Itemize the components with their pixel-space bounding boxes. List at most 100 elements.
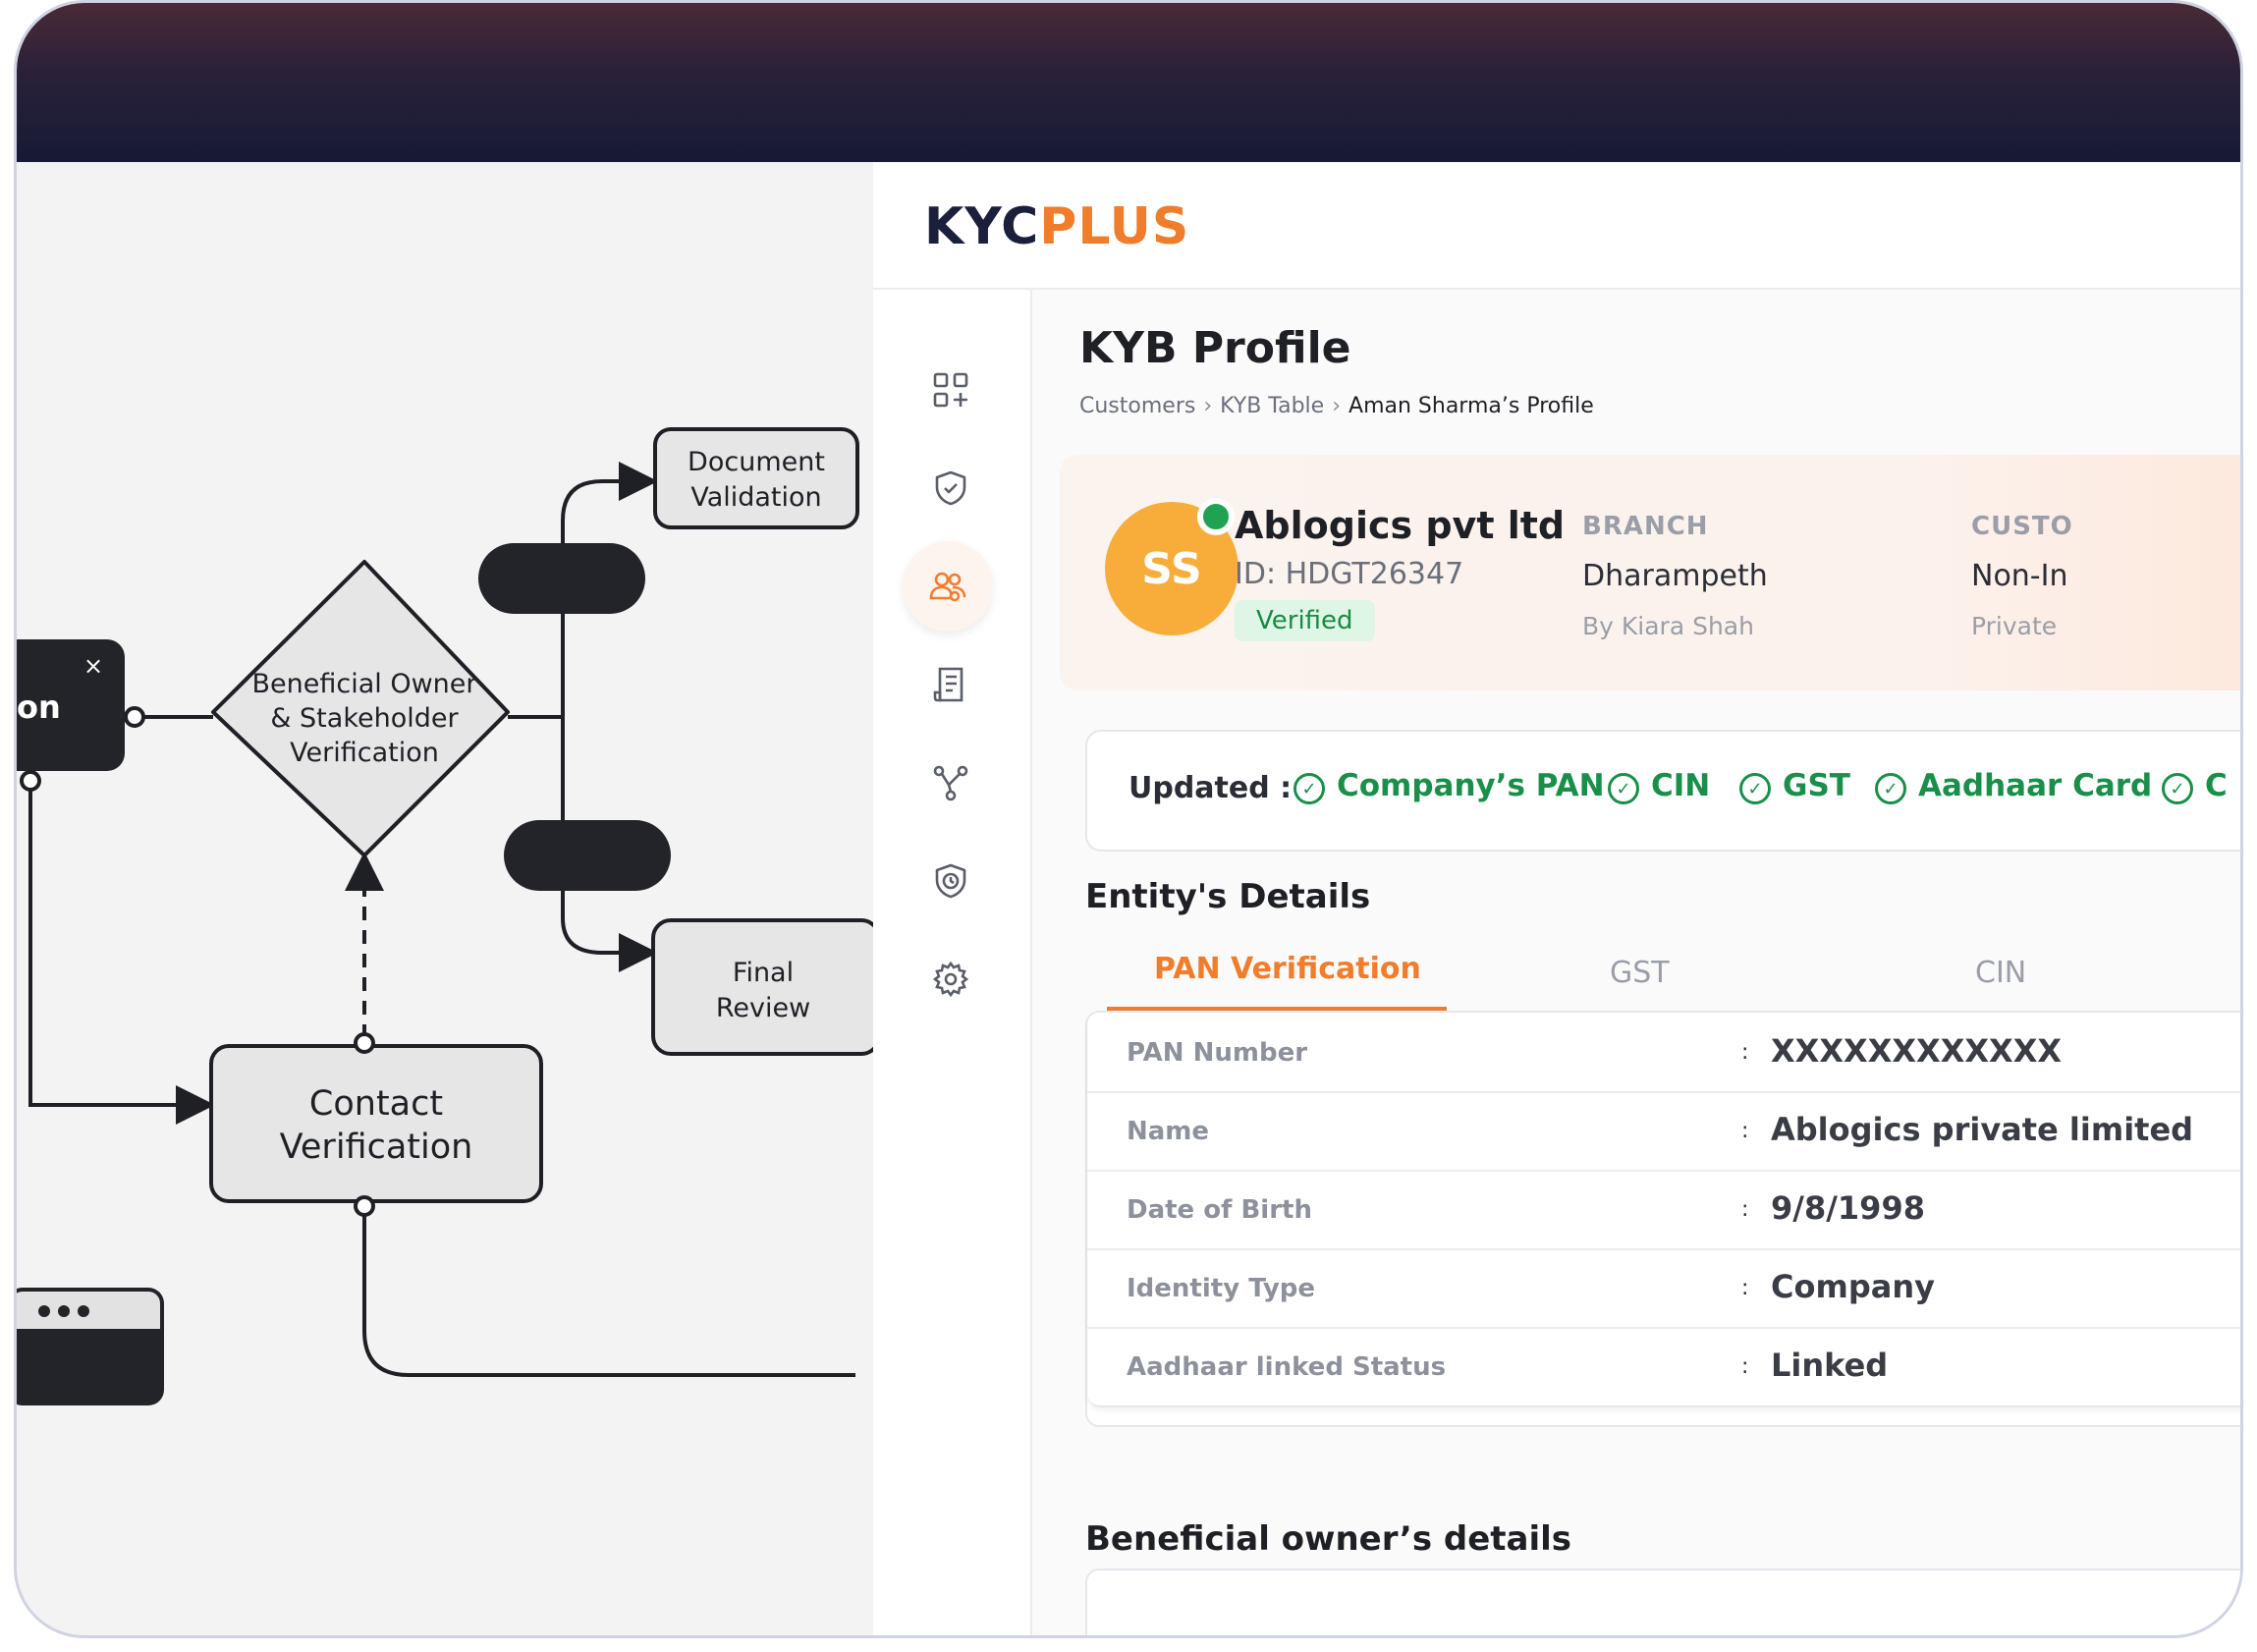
network-icon: [933, 765, 968, 801]
row-value: Company: [1771, 1268, 1935, 1305]
sidebar-item-network[interactable]: [919, 751, 982, 814]
row-colon: :: [1741, 1276, 1749, 1300]
updated-chip: ✓ CIN: [1608, 767, 1710, 804]
kycplus-logo[interactable]: KYCPLUS: [924, 197, 1189, 256]
updated-chip: ✓ GST: [1739, 767, 1850, 804]
browser-window-icon: [17, 1288, 164, 1405]
row-key: PAN Number: [1127, 1038, 1308, 1068]
breadcrumb-customers[interactable]: Customers: [1079, 394, 1195, 418]
port-dot: [20, 770, 41, 792]
gear-icon: [932, 961, 969, 998]
beneficial-owner-line3: Verification: [290, 738, 439, 768]
sidebar-item-verification[interactable]: [919, 457, 982, 520]
sidebar-item-settings[interactable]: [919, 948, 982, 1011]
updated-chip-label: GST: [1783, 768, 1850, 803]
updated-chip: ✓ Company’s PAN: [1294, 767, 1605, 804]
check-circle-icon: ✓: [1875, 773, 1906, 804]
users-icon: [929, 572, 966, 602]
connector-bottom: [362, 1206, 855, 1377]
top-gradient-band: [17, 3, 2240, 162]
document-validation-line2: Validation: [690, 482, 821, 513]
table-row: PAN Number: XXXXXXXXXXXX: [1087, 1013, 2240, 1093]
check-circle-icon: ✓: [1608, 773, 1639, 804]
sidebar: [873, 290, 1032, 1635]
shield-clock-icon: [935, 863, 966, 899]
port-dot: [354, 1195, 375, 1217]
table-row: Date of Birth:9/8/1998: [1087, 1170, 2240, 1250]
beneficial-owner-title: Beneficial owner’s details: [1085, 1519, 1572, 1559]
row-key: Name: [1127, 1117, 1210, 1146]
row-key: Date of Birth: [1127, 1195, 1312, 1225]
company-name: Ablogics pvt ltd: [1235, 504, 1566, 547]
updated-label: Updated :: [1128, 771, 1293, 805]
row-value: Linked: [1771, 1347, 1889, 1384]
branch-value: Dharampeth: [1582, 559, 1768, 593]
flowchart-panel: on × Beneficial Owner & Stakeholder Veri…: [17, 162, 873, 1635]
row-colon: :: [1741, 1197, 1749, 1222]
updated-chip-label: Company’s PAN: [1337, 768, 1605, 803]
sidebar-item-history[interactable]: [919, 850, 982, 912]
row-colon: :: [1741, 1040, 1749, 1065]
table-row: Name: Ablogics private limited: [1087, 1091, 2240, 1172]
entity-tabs: PAN Verification GST CIN: [1085, 940, 2240, 1011]
flowchart-canvas: on × Beneficial Owner & Stakeholder Veri…: [17, 427, 873, 1405]
tab-gst[interactable]: GST: [1610, 956, 1670, 990]
port-dot: [354, 1032, 375, 1054]
row-colon: :: [1741, 1119, 1749, 1143]
logo-part-plus: PLUS: [1039, 197, 1190, 256]
customer-type-value: Non-In: [1971, 559, 2068, 593]
updated-chip-label: Aadhaar Card: [1918, 768, 2153, 803]
page-title: KYB Profile: [1079, 323, 1351, 373]
logo-part-kyc: KYC: [924, 197, 1040, 256]
breadcrumb-kyb-table[interactable]: KYB Table: [1220, 394, 1324, 418]
contact-verification-line2: Verification: [280, 1128, 473, 1167]
dashboard-add-icon: [933, 372, 968, 408]
app-header: KYCPLUS: [873, 162, 2240, 290]
sidebar-item-reports[interactable]: [919, 653, 982, 716]
device-frame: on × Beneficial Owner & Stakeholder Veri…: [14, 0, 2243, 1638]
entity-details-title: Entity's Details: [1085, 877, 1371, 916]
pan-details-rows: PAN Number: XXXXXXXXXXXX Name: Ablogics pr…: [1087, 1013, 2240, 1407]
partial-node-label: on: [17, 688, 61, 726]
online-status-dot: [1197, 498, 1235, 535]
updated-chip: ✓ Aadhaar Card: [1875, 767, 2152, 804]
shield-check-icon: [935, 470, 966, 506]
company-id: ID: HDGT26347: [1235, 557, 1464, 591]
row-key: Aadhaar linked Status: [1127, 1352, 1447, 1382]
document-validation-node[interactable]: [653, 427, 859, 529]
row-value: XXXXXXXXXXXX: [1771, 1032, 2063, 1070]
breadcrumb: Customers › KYB Table › Aman Sharma’s Profil…: [1079, 394, 1594, 418]
row-value: Ablogics private limited: [1771, 1111, 2194, 1148]
chevron-right-icon: ›: [1332, 394, 1342, 418]
main-content: KYB Profile Customers › KYB Table › Aman Sha…: [1032, 290, 2240, 1635]
row-key: Identity Type: [1127, 1274, 1316, 1303]
row-colon: :: [1741, 1354, 1749, 1379]
check-circle-icon: ✓: [1294, 773, 1325, 804]
updated-chip: ✓ C: [2162, 767, 2228, 804]
final-review-line1: Final: [733, 958, 794, 988]
updated-chip-label: C: [2205, 768, 2228, 803]
tab-cin[interactable]: CIN: [1975, 956, 2026, 990]
sidebar-item-customers[interactable]: [903, 541, 993, 632]
breadcrumb-current: Aman Sharma’s Profile: [1349, 394, 1594, 418]
close-icon[interactable]: ×: [83, 652, 103, 680]
final-review-line2: Review: [716, 993, 810, 1023]
tab-pan-verification[interactable]: PAN Verification: [1154, 952, 1421, 986]
chevron-right-icon: ›: [1203, 394, 1213, 418]
updated-documents-bar: Updated : ✓ Company’s PAN ✓ CIN ✓ GST ✓ Aadh…: [1085, 730, 2240, 852]
beneficial-owner-line1: Beneficial Owner: [252, 669, 478, 699]
document-validation-line1: Document: [688, 447, 825, 477]
profile-card: SS Ablogics pvt ltd ID: HDGT26347 Verifi…: [1060, 455, 2240, 690]
customer-type-label: CUSTO: [1971, 512, 2073, 541]
contact-verification-line1: Contact: [309, 1084, 443, 1124]
branch-label: BRANCH: [1582, 512, 1709, 541]
port-dot: [124, 706, 145, 728]
table-row: Aadhaar linked Status: Linked: [1087, 1327, 2240, 1405]
beneficial-owner-table: [1085, 1569, 2240, 1635]
row-value: 9/8/1998: [1771, 1189, 1925, 1227]
contact-verification-node[interactable]: [209, 1044, 543, 1203]
check-circle-icon: ✓: [2162, 773, 2193, 804]
sidebar-item-dashboard[interactable]: [919, 358, 982, 421]
document-list-icon: [933, 667, 963, 702]
branch-sub: By Kiara Shah: [1582, 612, 1754, 640]
